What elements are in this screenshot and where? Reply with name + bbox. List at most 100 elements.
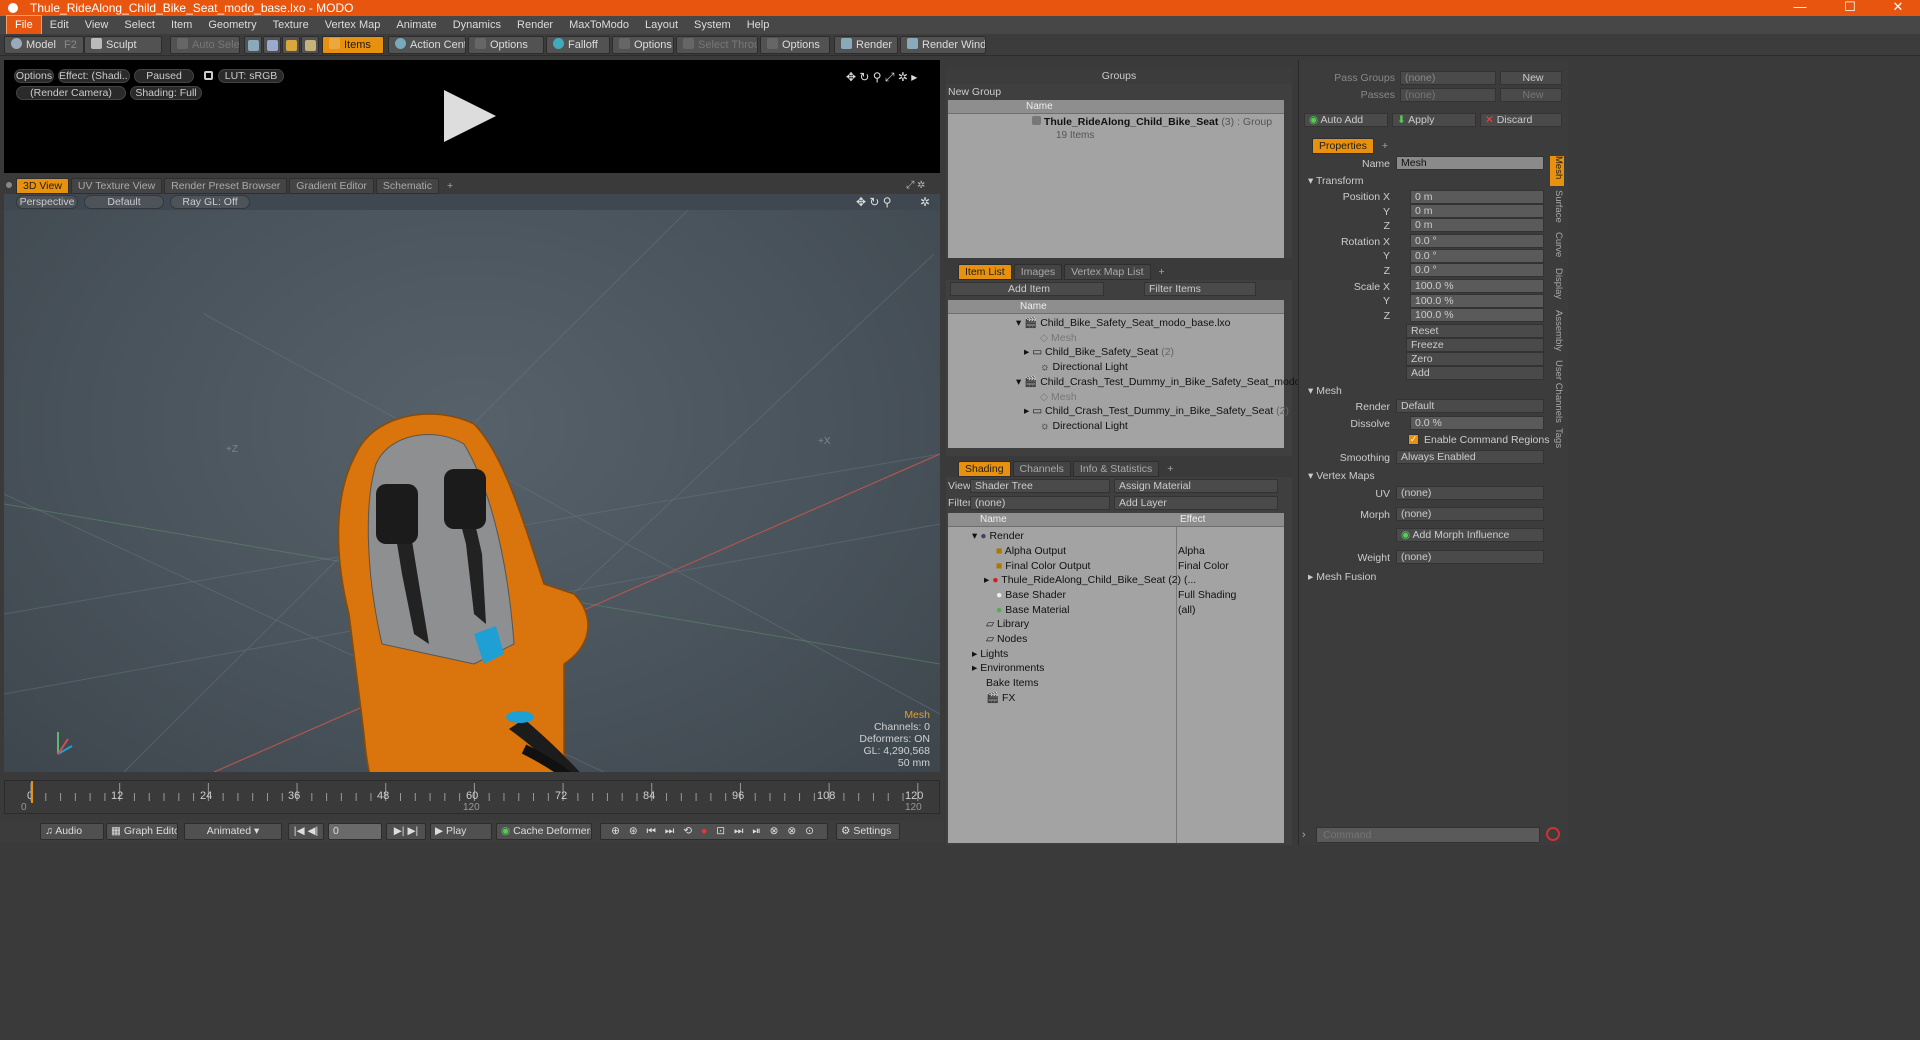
shader-row[interactable]: ▱ Library [986, 617, 1029, 632]
freeze-dropdown[interactable]: Freeze [1406, 338, 1544, 352]
scale-y-field[interactable]: 100.0 % [1410, 294, 1544, 308]
menu-vertex-map[interactable]: Vertex Map [317, 16, 389, 34]
add-dropdown[interactable]: Add [1406, 366, 1544, 380]
list-item[interactable]: ☼ Directional Light [1040, 360, 1128, 375]
shader-row[interactable]: 🎬 FX [986, 691, 1015, 706]
preview-effect-dropdown[interactable]: Effect: (Shadi... [58, 69, 130, 83]
menu-layout[interactable]: Layout [637, 16, 686, 34]
preview-lut-dropdown[interactable]: LUT: sRGB [218, 69, 284, 83]
group-row[interactable]: Thule_RideAlong_Child_Bike_Seat (3) : Gr… [1032, 116, 1272, 128]
model-mode-button[interactable]: Model F2 [4, 36, 84, 54]
new-group-button[interactable]: New Group [948, 86, 1001, 98]
playhead[interactable] [31, 781, 33, 803]
select-through-button[interactable]: Select Through [676, 36, 758, 54]
filter-items-input[interactable]: Filter Items [1144, 282, 1256, 296]
mesh-section[interactable]: ▾ Mesh [1308, 385, 1342, 397]
shader-effect[interactable]: Final Color [1178, 559, 1229, 574]
tab-3d-view[interactable]: 3D View [16, 178, 69, 194]
tab-item-list[interactable]: Item List [958, 264, 1012, 280]
viewport-nav-icons[interactable]: ✥ ↻ ⚲ [856, 195, 892, 209]
range-start[interactable]: 0 [21, 802, 27, 813]
shader-row[interactable]: ● Base Material [996, 603, 1069, 618]
sculpt-mode-button[interactable]: Sculpt [84, 36, 162, 54]
position-z-field[interactable]: 0 m [1410, 218, 1544, 232]
minimize-button[interactable]: — [1780, 0, 1820, 16]
scale-z-field[interactable]: 100.0 % [1410, 308, 1544, 322]
close-button[interactable]: ✕ [1878, 0, 1918, 16]
record-icon[interactable]: ● [701, 825, 710, 837]
shader-effect[interactable]: Alpha [1178, 544, 1205, 559]
menu-animate[interactable]: Animate [388, 16, 444, 34]
passes-dropdown[interactable]: (none) [1400, 88, 1496, 102]
smoothing-dropdown[interactable]: Always Enabled [1396, 450, 1544, 464]
name-field[interactable]: Mesh [1396, 156, 1544, 170]
add-tab-button[interactable]: + [1161, 462, 1179, 476]
expand-icon[interactable]: ⤢ ✲ [906, 179, 925, 192]
tab-channels[interactable]: Channels [1012, 461, 1071, 477]
new-pass-group-button[interactable]: New [1500, 71, 1562, 85]
render-button[interactable]: RenderF9 [834, 36, 898, 54]
menu-render[interactable]: Render [509, 16, 561, 34]
preview-paused-button[interactable]: Paused [134, 69, 194, 83]
auto-add-button[interactable]: ◉ Auto Add [1304, 113, 1388, 127]
raygl-dropdown[interactable]: Ray GL: Off [170, 195, 250, 209]
preview-camera-dropdown[interactable]: (Render Camera) [16, 86, 126, 100]
discard-button[interactable]: ✕ Discard [1480, 113, 1562, 127]
keyframe-controls[interactable]: ⊕ ⊛ ⏮ ⏭ ⟲ ● ⊡ ⏭ ⏯ ⊗ ⊗ ⊙ [600, 823, 828, 840]
position-x-field[interactable]: 0 m [1410, 190, 1544, 204]
tab-uv-texture-view[interactable]: UV Texture View [70, 178, 163, 194]
preview-shading-dropdown[interactable]: Shading: Full [130, 86, 202, 100]
select-options-button[interactable]: Options [760, 36, 830, 54]
filter-dropdown[interactable]: (none) [970, 496, 1110, 510]
add-item-dropdown[interactable]: Add Item [950, 282, 1104, 296]
shader-row[interactable]: ▸ Environments [972, 661, 1044, 676]
play-button[interactable]: ▶ Play [430, 823, 492, 840]
edges-mode-button[interactable] [263, 36, 281, 54]
child-bike-seat-model[interactable] [337, 413, 632, 772]
materials-mode-button[interactable] [301, 36, 319, 54]
action-center-button[interactable]: Action Center [388, 36, 466, 54]
menu-file[interactable]: File [6, 15, 42, 35]
add-layer-dropdown[interactable]: Add Layer [1114, 496, 1278, 510]
shader-effect[interactable]: Full Shading [1178, 588, 1236, 603]
position-y-field[interactable]: 0 m [1410, 204, 1544, 218]
shader-row[interactable]: ▱ Nodes [986, 632, 1027, 647]
enable-command-regions-checkbox[interactable]: ✓ [1408, 434, 1419, 445]
rotation-y-field[interactable]: 0.0 ° [1410, 249, 1544, 263]
reset-dropdown[interactable]: Reset [1406, 324, 1544, 338]
transform-section[interactable]: ▾ Transform [1308, 175, 1363, 187]
side-tab-user-channels[interactable]: User Channels [1550, 360, 1564, 424]
add-morph-influence-button[interactable]: ◉ Add Morph Influence [1396, 528, 1544, 542]
command-history-icon[interactable] [1546, 827, 1560, 841]
audio-button[interactable]: ♫ Audio [40, 823, 104, 840]
preview-nav-icons[interactable]: ✥ ↻ ⚲ ⤢ ✲ ▸ [846, 70, 917, 85]
pass-groups-dropdown[interactable]: (none) [1400, 71, 1496, 85]
list-item[interactable]: ◇ Mesh [1040, 331, 1077, 346]
shader-row[interactable]: ▸ ● Thule_RideAlong_Child_Bike_Seat (2) … [984, 573, 1196, 588]
menu-maxtomodo[interactable]: MaxToModo [561, 16, 637, 34]
mesh-fusion-section[interactable]: ▸ Mesh Fusion [1308, 571, 1376, 583]
shader-row[interactable]: Bake Items [986, 676, 1039, 691]
falloff-button[interactable]: Falloff [546, 36, 610, 54]
menu-edit[interactable]: Edit [42, 16, 77, 34]
viewport-3d[interactable]: +Z +X Mesh Channels: 0 Deformers: ON GL:… [4, 194, 940, 772]
viewport-canvas[interactable] [4, 194, 940, 772]
side-tab-assembly[interactable]: Assembly [1550, 310, 1564, 356]
morph-dropdown[interactable]: (none) [1396, 507, 1544, 521]
list-item[interactable]: ▸ ▭ Child_Bike_Safety_Seat (2) [1024, 345, 1174, 360]
tab-info-statistics[interactable]: Info & Statistics [1072, 461, 1160, 477]
polygons-mode-button[interactable] [282, 36, 300, 54]
vertex-maps-section[interactable]: ▾ Vertex Maps [1308, 470, 1375, 482]
add-tab-button[interactable]: + [1376, 139, 1394, 153]
range-end[interactable]: 120 [905, 802, 922, 813]
scale-x-field[interactable]: 100.0 % [1410, 279, 1544, 293]
render-window-button[interactable]: Render Window [900, 36, 986, 54]
menu-texture[interactable]: Texture [265, 16, 317, 34]
side-tab-display[interactable]: Display [1550, 268, 1564, 304]
shader-row[interactable]: ● Base Shader [996, 588, 1066, 603]
preview-options-button[interactable]: Options [14, 69, 54, 83]
play-icon[interactable] [444, 90, 496, 142]
view-dropdown[interactable]: Shader Tree [970, 479, 1110, 493]
tab-images[interactable]: Images [1013, 264, 1063, 280]
items-mode-button[interactable]: Items [322, 36, 384, 54]
